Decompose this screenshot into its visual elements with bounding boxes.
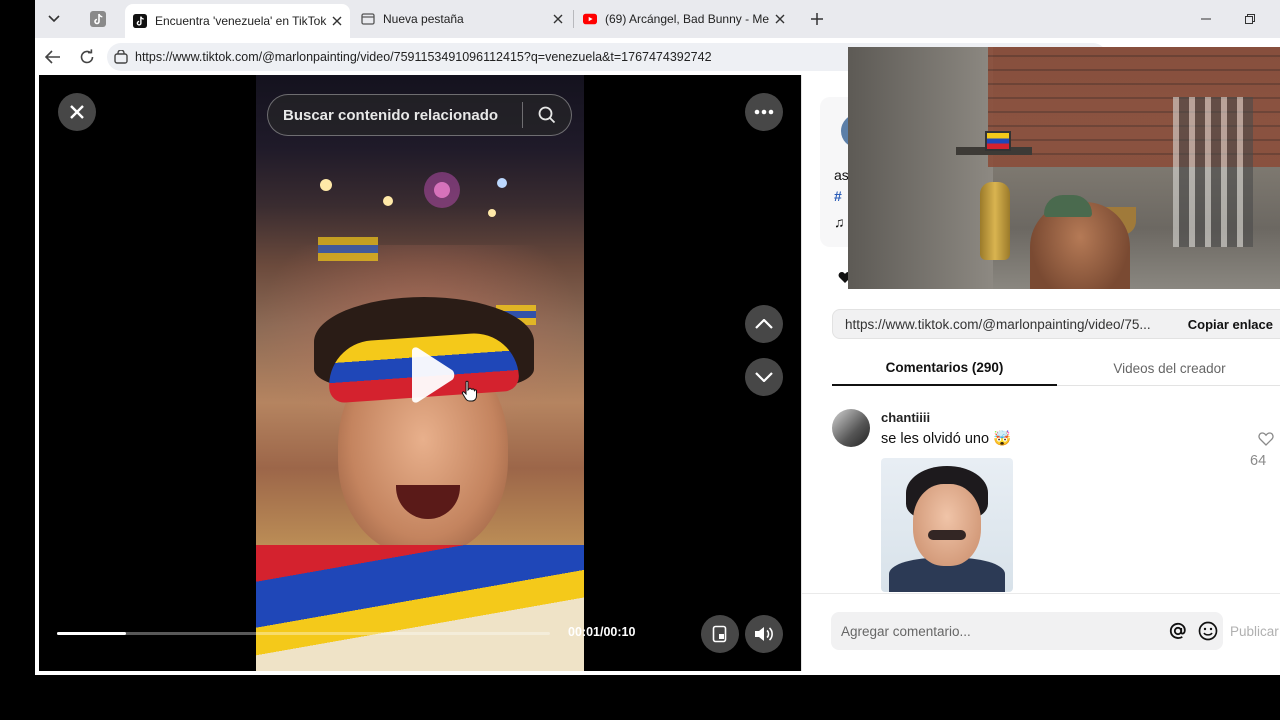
video-progress-bar[interactable] — [57, 632, 550, 635]
comment-text: se les olvidó uno 🤯 — [881, 431, 1012, 447]
video-player[interactable]: Buscar contenido relacionado 00:01/00:10 — [39, 75, 801, 671]
volume-button[interactable] — [745, 615, 783, 653]
close-icon — [553, 14, 563, 24]
mouse-cursor-icon — [461, 380, 477, 402]
flag-icon — [985, 131, 1011, 151]
chevron-up-icon — [755, 319, 773, 329]
comment-image[interactable] — [881, 458, 1013, 592]
music-note-icon[interactable]: ♫ — [834, 214, 845, 230]
tiktok-icon — [90, 11, 106, 27]
reload-icon — [80, 49, 94, 64]
tiktok-icon — [133, 14, 147, 28]
tab-title: Encuentra 'venezuela' en TikTok | B — [155, 14, 328, 28]
back-button[interactable] — [41, 45, 65, 69]
tab-bar: Encuentra 'venezuela' en TikTok | B Nuev… — [35, 0, 1280, 38]
arrow-left-icon — [45, 50, 60, 64]
pinned-tab-tiktok[interactable] — [87, 8, 109, 30]
webcam-overlay — [848, 47, 1280, 289]
ellipsis-icon — [754, 109, 774, 115]
divider — [802, 593, 1280, 594]
chevron-down-icon — [755, 372, 773, 382]
add-comment-input[interactable]: Agregar comentario... — [831, 612, 1223, 650]
close-tab-button[interactable] — [328, 12, 346, 30]
screen: Encuentra 'venezuela' en TikTok | B Nuev… — [0, 0, 1280, 720]
volume-icon — [755, 627, 773, 641]
new-tab-button[interactable] — [805, 7, 829, 31]
play-icon[interactable] — [400, 345, 460, 405]
restore-button[interactable] — [1239, 8, 1261, 30]
search-button[interactable] — [523, 106, 571, 124]
pip-icon — [712, 625, 727, 643]
search-placeholder: Buscar contenido relacionado — [283, 106, 499, 124]
floating-player-button[interactable] — [701, 615, 739, 653]
related-search-input[interactable]: Buscar contenido relacionado — [267, 94, 572, 136]
panel-tabs: Comentarios (290) Videos del creador — [832, 351, 1280, 386]
tab-search-button[interactable] — [41, 6, 67, 32]
chevron-down-icon — [48, 15, 60, 23]
tab-youtube[interactable]: (69) Arcángel, Bad Bunny - Me Acos — [575, 4, 793, 34]
plus-icon — [811, 13, 823, 25]
tab-comments[interactable]: Comentarios (290) — [832, 351, 1057, 386]
avatar[interactable] — [832, 409, 870, 447]
comment-username[interactable]: chantiiii — [881, 410, 930, 425]
close-icon — [332, 16, 342, 26]
url-text: https://www.tiktok.com/@marlonpainting/v… — [135, 50, 712, 64]
tab-new-tab[interactable]: Nueva pestaña — [353, 4, 571, 34]
comment-item: chantiiii se les olvidó uno 🤯 64 — [832, 409, 1280, 599]
close-tab-button[interactable] — [549, 10, 567, 28]
video-time: 00:01/00:10 — [568, 625, 636, 639]
reload-button[interactable] — [75, 45, 99, 69]
previous-video-button[interactable] — [745, 305, 783, 343]
smiley-icon — [1198, 621, 1218, 641]
youtube-icon — [583, 13, 597, 25]
tab-creator-videos[interactable]: Videos del creador — [1057, 351, 1280, 386]
share-link-bar: https://www.tiktok.com/@marlonpainting/v… — [832, 309, 1280, 339]
heart-outline-icon[interactable] — [1258, 431, 1274, 447]
restore-icon — [1245, 14, 1255, 24]
tab-separator — [573, 10, 574, 28]
emoji-button[interactable] — [1193, 616, 1223, 646]
close-icon — [70, 105, 84, 119]
close-icon — [775, 14, 785, 24]
minimize-button[interactable] — [1195, 8, 1217, 30]
site-info-icon — [114, 50, 128, 64]
mention-button[interactable] — [1163, 616, 1193, 646]
comment-placeholder: Agregar comentario... — [841, 623, 971, 639]
tab-title: Nueva pestaña — [383, 12, 464, 26]
more-options-button[interactable] — [745, 93, 783, 131]
share-link-text[interactable]: https://www.tiktok.com/@marlonpainting/v… — [833, 317, 1176, 332]
next-video-button[interactable] — [745, 358, 783, 396]
copy-link-button[interactable]: Copiar enlace — [1176, 317, 1280, 332]
new-tab-icon — [361, 13, 375, 25]
at-sign-icon — [1169, 622, 1186, 639]
video-progress-fill — [57, 632, 127, 635]
close-video-button[interactable] — [58, 93, 96, 131]
publish-button[interactable]: Publicar — [1230, 624, 1279, 639]
close-tab-button[interactable] — [771, 10, 789, 28]
tab-tiktok-search[interactable]: Encuentra 'venezuela' en TikTok | B — [125, 4, 350, 38]
hashtag-link[interactable]: # — [834, 188, 842, 204]
comment-like-count: 64 — [1250, 453, 1267, 469]
minimize-icon — [1201, 18, 1211, 20]
tab-title: (69) Arcángel, Bad Bunny - Me Acos — [605, 12, 771, 26]
description-text: as — [834, 167, 849, 183]
search-icon — [538, 106, 556, 124]
